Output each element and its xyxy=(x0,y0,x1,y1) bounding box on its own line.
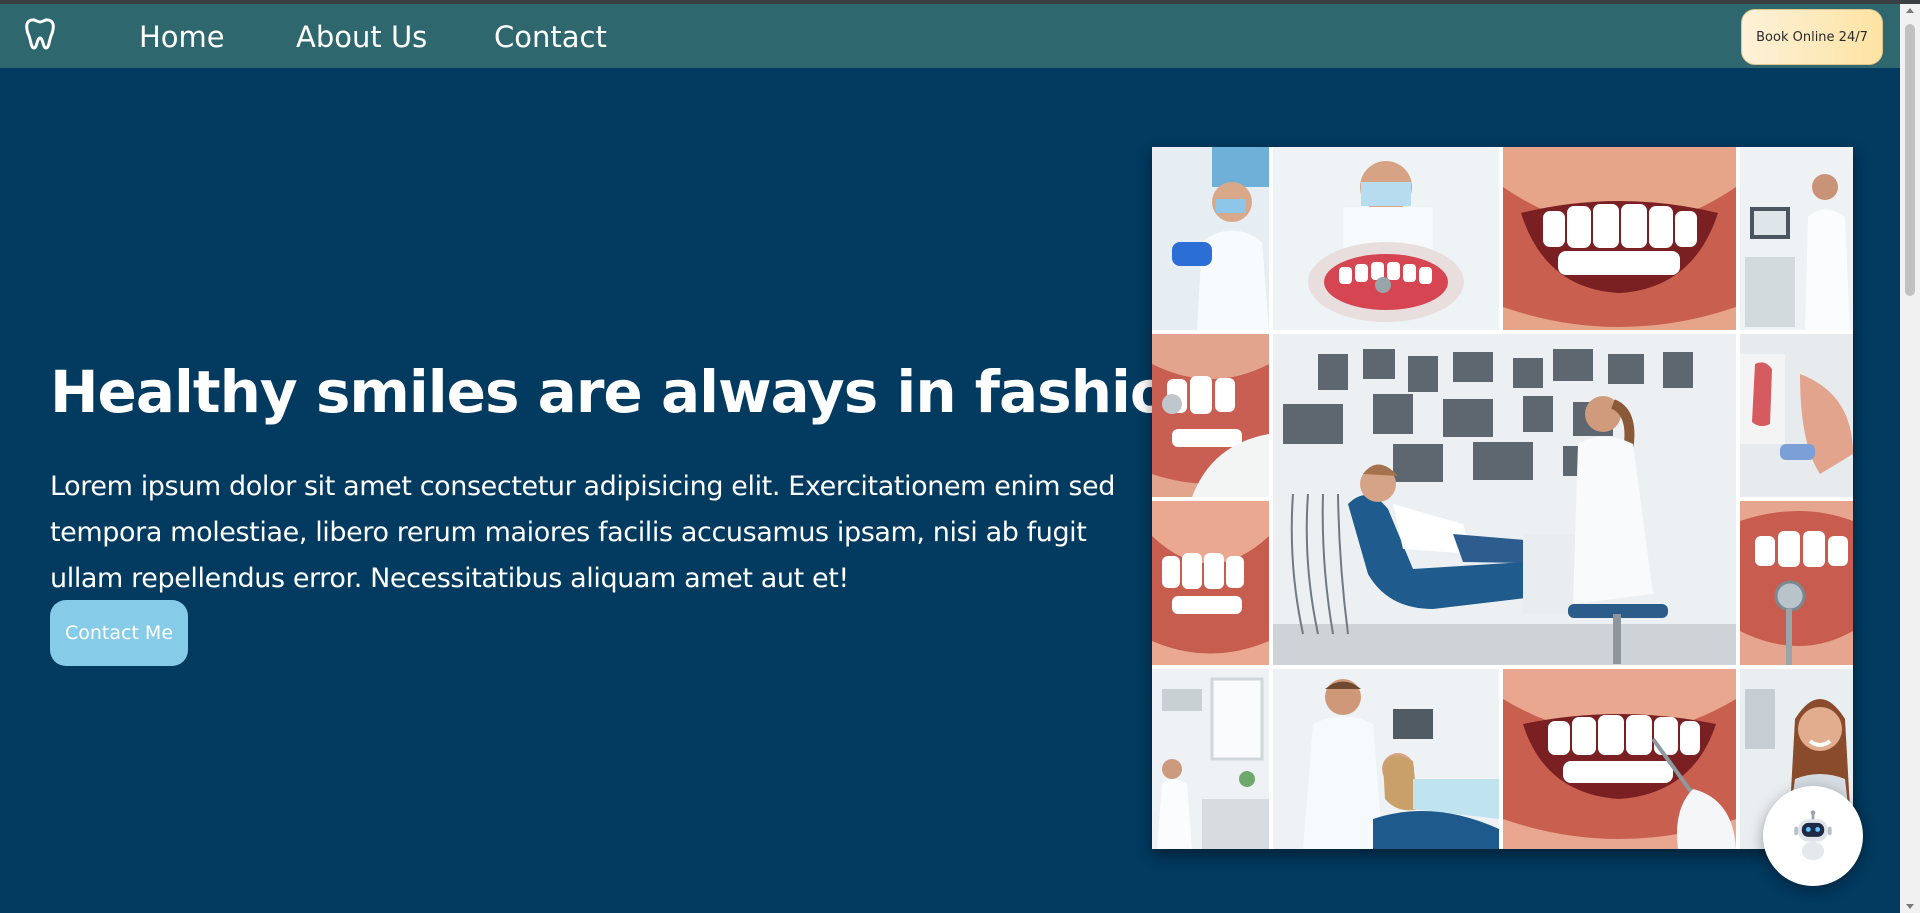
photo-smile-with-tool xyxy=(1503,669,1736,849)
top-navbar: Home About Us Contact Book Online 24/7 xyxy=(0,4,1900,68)
scroll-down-arrow-icon[interactable] xyxy=(1906,904,1914,909)
photo-dental-model-exam xyxy=(1273,147,1499,330)
photo-dentist-with-monitor xyxy=(1740,147,1853,330)
tooth-icon[interactable] xyxy=(22,16,58,52)
dental-photo-collage xyxy=(1152,147,1853,849)
photo-dentist-with-patient xyxy=(1273,669,1499,849)
photo-dentist-office xyxy=(1152,669,1269,849)
photo-white-smile xyxy=(1503,147,1736,330)
photo-dentist-at-work xyxy=(1152,147,1269,330)
hero-description: Lorem ipsum dolor sit amet consectetur a… xyxy=(50,471,1115,594)
scroll-thumb[interactable] xyxy=(1905,24,1915,296)
nav-link-home[interactable]: Home xyxy=(139,20,225,54)
hero-title: Healthy smiles are always in fashion xyxy=(50,358,1210,426)
photo-gum-model xyxy=(1740,334,1853,497)
nav-link-contact[interactable]: Contact xyxy=(494,20,607,54)
photo-white-smile-small xyxy=(1152,501,1269,665)
page-scrollbar[interactable] xyxy=(1900,4,1920,913)
scroll-up-arrow-icon[interactable] xyxy=(1906,8,1914,13)
book-online-button[interactable]: Book Online 24/7 xyxy=(1741,9,1883,65)
contact-me-button[interactable]: Contact Me xyxy=(50,600,188,666)
chatbot-button[interactable] xyxy=(1763,786,1863,886)
photo-mirror-on-teeth xyxy=(1152,334,1269,497)
robot-chat-icon xyxy=(1794,810,1832,861)
nav-link-about-us[interactable]: About Us xyxy=(296,20,427,54)
photo-patient-in-dental-chair xyxy=(1273,334,1736,665)
photo-dental-mirror xyxy=(1740,501,1853,665)
